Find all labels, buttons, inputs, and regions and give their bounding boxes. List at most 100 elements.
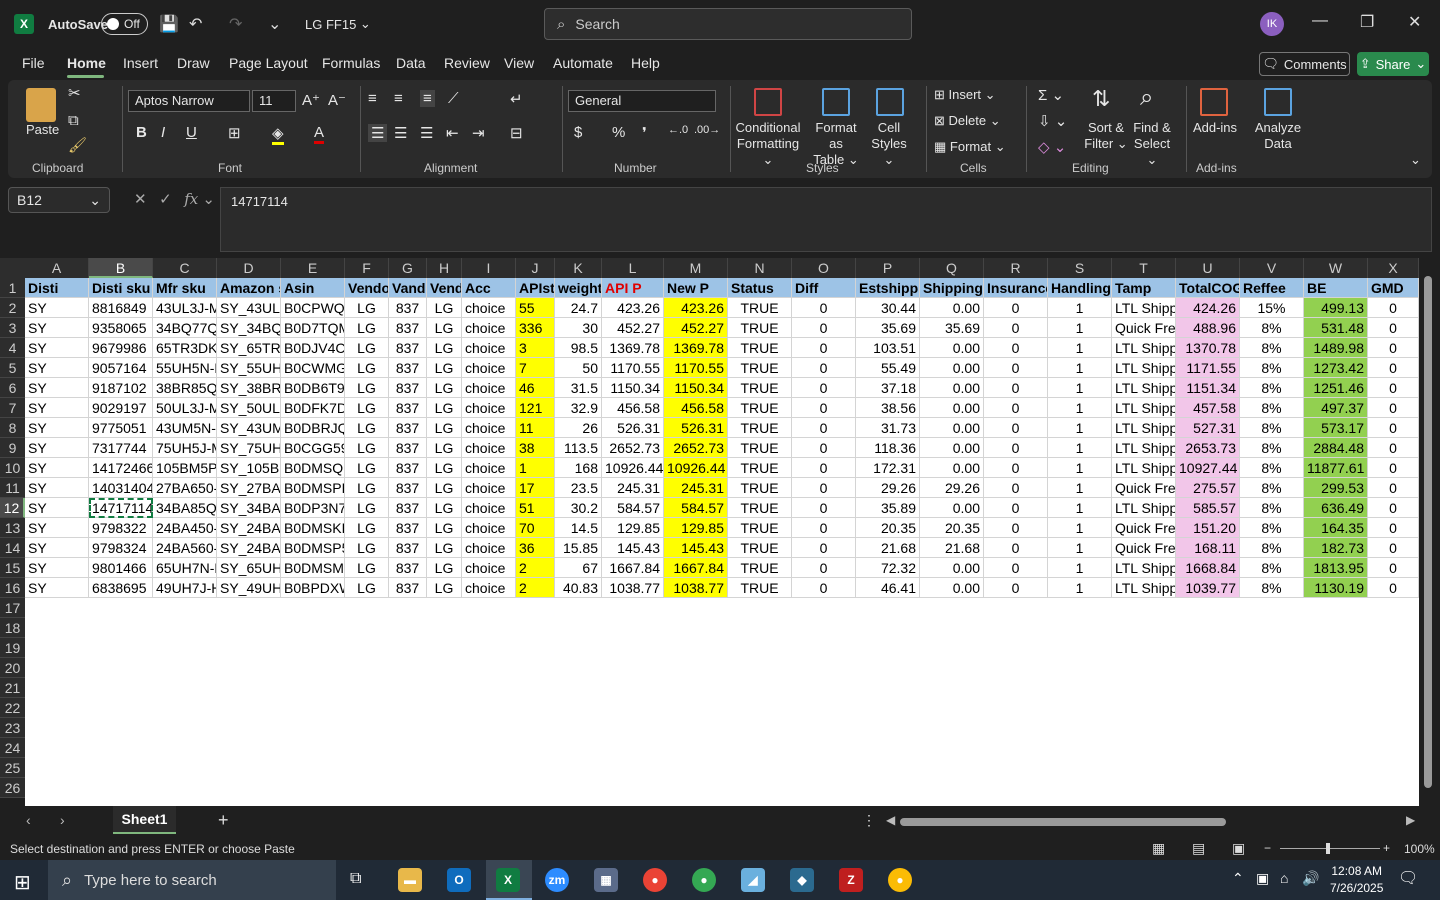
collapse-ribbon-icon[interactable]: ⌄	[1410, 152, 1421, 168]
cell-G4[interactable]: 837	[389, 338, 427, 358]
volume-icon[interactable]: 🔊	[1302, 870, 1319, 887]
cell-J4[interactable]: 3	[516, 338, 555, 358]
cell-I7[interactable]: choice	[462, 398, 516, 418]
excel-taskbar-icon[interactable]: X	[496, 868, 520, 892]
cell-M8[interactable]: 526.31	[664, 418, 728, 438]
percent-icon[interactable]: %	[612, 124, 625, 141]
cell-H4[interactable]: LG	[427, 338, 462, 358]
sort-filter-button[interactable]: Sort & Filter ⌄	[1082, 120, 1130, 152]
cell-Q15[interactable]: 0.00	[920, 558, 984, 578]
zoom-icon[interactable]: zm	[545, 868, 569, 892]
restore-icon[interactable]: ❐	[1360, 12, 1374, 32]
number-format-select[interactable]: General	[568, 90, 716, 112]
cell-H9[interactable]: LG	[427, 438, 462, 458]
cell-J6[interactable]: 46	[516, 378, 555, 398]
cell-X4[interactable]: 0	[1368, 338, 1419, 358]
cell-C5[interactable]: 55UH5N-E	[153, 358, 217, 378]
cell-J2[interactable]: 55	[516, 298, 555, 318]
increase-decimal-icon[interactable]: ←.0	[668, 124, 688, 136]
cell-J11[interactable]: 17	[516, 478, 555, 498]
cell-N14[interactable]: TRUE	[728, 538, 792, 558]
cell-K7[interactable]: 32.9	[555, 398, 602, 418]
cell-Q10[interactable]: 0.00	[920, 458, 984, 478]
zoom-in-icon[interactable]: +	[1383, 841, 1390, 855]
page-layout-view-icon[interactable]: ▤	[1192, 840, 1205, 857]
cell-S14[interactable]: 1	[1048, 538, 1112, 558]
cell-D3[interactable]: SY_34BQ7	[217, 318, 281, 338]
cell-S5[interactable]: 1	[1048, 358, 1112, 378]
cell-A16[interactable]: SY	[25, 578, 89, 598]
cell-W8[interactable]: 573.17	[1304, 418, 1368, 438]
delete-cells-button[interactable]: ⊠ Delete ⌄	[934, 113, 1001, 129]
cell-I12[interactable]: choice	[462, 498, 516, 518]
cell-U3[interactable]: 488.96	[1176, 318, 1240, 338]
cell-H14[interactable]: LG	[427, 538, 462, 558]
cell-O16[interactable]: 0	[792, 578, 856, 598]
cell-U5[interactable]: 1171.55	[1176, 358, 1240, 378]
normal-view-icon[interactable]: ▦	[1152, 840, 1165, 857]
format-painter-icon[interactable]: 🖌	[68, 136, 87, 154]
cell-F16[interactable]: LG	[345, 578, 389, 598]
paste-icon[interactable]	[26, 88, 56, 122]
cell-N12[interactable]: TRUE	[728, 498, 792, 518]
cell-M15[interactable]: 1667.84	[664, 558, 728, 578]
row-header-8[interactable]: 8	[0, 418, 25, 438]
cell-W6[interactable]: 1251.46	[1304, 378, 1368, 398]
cell-U6[interactable]: 1151.34	[1176, 378, 1240, 398]
cell-K13[interactable]: 14.5	[555, 518, 602, 538]
cell-L5[interactable]: 1170.55	[602, 358, 664, 378]
cell-R16[interactable]: 0	[984, 578, 1048, 598]
cell-C11[interactable]: 27BA650-E	[153, 478, 217, 498]
cell-I9[interactable]: choice	[462, 438, 516, 458]
cell-B8[interactable]: 9775051	[89, 418, 153, 438]
cell-O8[interactable]: 0	[792, 418, 856, 438]
cell-D13[interactable]: SY_24BA45	[217, 518, 281, 538]
cell-G14[interactable]: 837	[389, 538, 427, 558]
cell-N8[interactable]: TRUE	[728, 418, 792, 438]
cell-H10[interactable]: LG	[427, 458, 462, 478]
find-select-button[interactable]: Find & Select ⌄	[1128, 120, 1176, 168]
cell-J1[interactable]: APIst	[516, 278, 555, 298]
avatar[interactable]: IK	[1260, 12, 1284, 36]
cell-D1[interactable]: Amazon s	[217, 278, 281, 298]
column-header-O[interactable]: O	[792, 258, 856, 278]
column-header-A[interactable]: A	[25, 258, 89, 278]
cell-H3[interactable]: LG	[427, 318, 462, 338]
cell-F15[interactable]: LG	[345, 558, 389, 578]
cell-G12[interactable]: 837	[389, 498, 427, 518]
cell-E14[interactable]: B0DMSP52	[281, 538, 345, 558]
column-header-I[interactable]: I	[462, 258, 516, 278]
close-icon[interactable]: ✕	[1408, 12, 1421, 32]
cell-W1[interactable]: BE	[1304, 278, 1368, 298]
cell-J3[interactable]: 336	[516, 318, 555, 338]
name-box[interactable]: B12 ⌄	[8, 187, 110, 213]
undo-icon[interactable]: ↶	[189, 14, 202, 34]
row-header-17[interactable]: 17	[0, 598, 25, 618]
zoom-level[interactable]: 100%	[1404, 842, 1435, 856]
cell-M1[interactable]: New P	[664, 278, 728, 298]
cell-K15[interactable]: 67	[555, 558, 602, 578]
cell-E6[interactable]: B0DB6T9R	[281, 378, 345, 398]
cell-I2[interactable]: choice	[462, 298, 516, 318]
cell-L6[interactable]: 1150.34	[602, 378, 664, 398]
enter-icon[interactable]: ✓	[159, 191, 172, 208]
cell-F9[interactable]: LG	[345, 438, 389, 458]
row-header-23[interactable]: 23	[0, 718, 25, 738]
cell-L3[interactable]: 452.27	[602, 318, 664, 338]
cell-X11[interactable]: 0	[1368, 478, 1419, 498]
tab-review[interactable]: Review	[444, 55, 490, 71]
cell-Q4[interactable]: 0.00	[920, 338, 984, 358]
cell-D6[interactable]: SY_38BR85	[217, 378, 281, 398]
cell-C7[interactable]: 50UL3J-M	[153, 398, 217, 418]
cell-Q2[interactable]: 0.00	[920, 298, 984, 318]
tray-chevron-icon[interactable]: ⌃	[1232, 870, 1244, 887]
windows-start-icon[interactable]: ⊞	[14, 870, 31, 895]
row-header-24[interactable]: 24	[0, 738, 25, 758]
cell-J13[interactable]: 70	[516, 518, 555, 538]
column-header-E[interactable]: E	[281, 258, 345, 278]
tray-app-icon[interactable]: ▣	[1256, 870, 1269, 887]
cell-T10[interactable]: LTL Shippi	[1112, 458, 1176, 478]
cell-B4[interactable]: 9679986	[89, 338, 153, 358]
tab-view[interactable]: View	[504, 55, 534, 71]
cell-A10[interactable]: SY	[25, 458, 89, 478]
